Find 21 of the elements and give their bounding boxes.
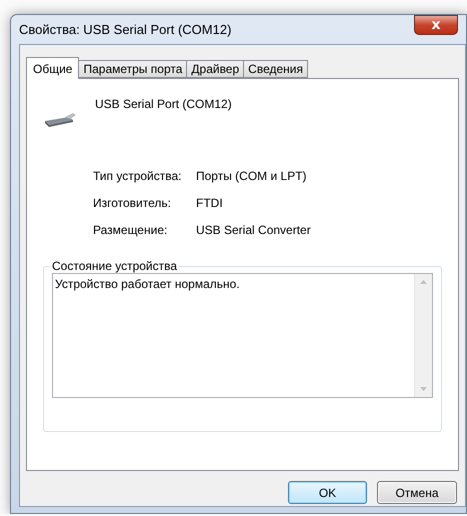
scroll-down-icon[interactable] (420, 387, 427, 391)
tab[interactable]: Параметры порта (78, 60, 188, 78)
tab[interactable]: Сведения (243, 60, 308, 78)
group-title: Состояние устройства (51, 259, 178, 273)
dialog-button[interactable]: OK (288, 481, 367, 504)
property-value: Порты (COM и LPT) (196, 169, 308, 183)
close-button[interactable]: x (414, 15, 458, 35)
tab[interactable]: Драйвер (186, 60, 244, 78)
scroll-up-icon[interactable] (420, 280, 427, 284)
scrollbar[interactable] (414, 274, 432, 397)
dialog-button[interactable]: Отмена (377, 481, 457, 504)
property-value: FTDI (196, 196, 224, 210)
status-text-box[interactable]: Устройство работает нормально. (52, 273, 433, 398)
property-label: Тип устройства: (93, 169, 182, 183)
property-label: Изготовитель: (93, 196, 172, 210)
window-title: Свойства: USB Serial Port (COM12) (19, 22, 232, 37)
tab[interactable]: Общие (26, 57, 80, 79)
property-label: Размещение: (93, 223, 168, 237)
status-text: Устройство работает нормально. (54, 276, 241, 293)
property-value: USB Serial Converter (196, 223, 312, 237)
device-name: USB Serial Port (COM12) (95, 97, 232, 111)
